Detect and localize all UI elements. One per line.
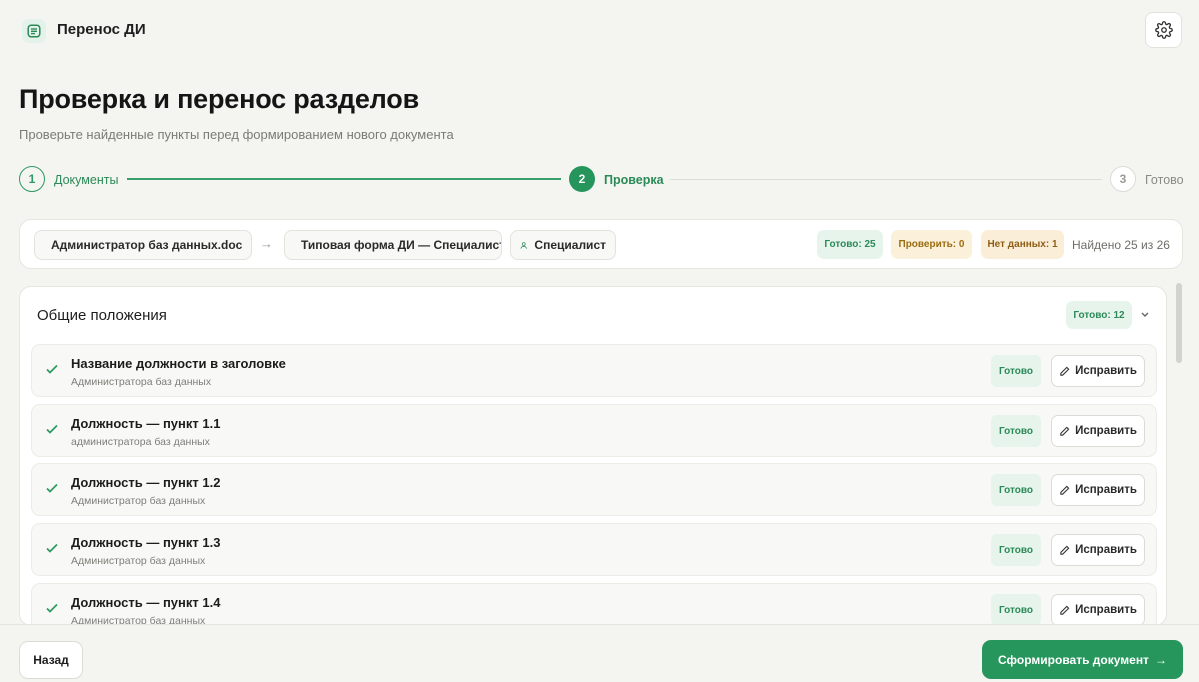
arrow-right-icon: →: [260, 236, 273, 251]
generate-document-button[interactable]: Сформировать документ →: [982, 640, 1183, 679]
role-chip[interactable]: Специалист: [510, 230, 616, 260]
status-badge: Готово: [991, 594, 1041, 625]
status-badge: Готово: [991, 355, 1041, 387]
edit-button[interactable]: Исправить: [1051, 355, 1145, 387]
list-item: Должность — пункт 1.3 Администратор баз …: [31, 523, 1157, 576]
source-document-name: Администратор баз данных.doc: [51, 238, 243, 252]
list-item: Должность — пункт 1.2 Администратор баз …: [31, 463, 1157, 516]
item-title: Должность — пункт 1.3: [71, 535, 221, 550]
no-data-count-badge: Нет данных: 1: [981, 230, 1064, 259]
check-icon: [46, 543, 58, 553]
document-list-icon: [22, 19, 46, 43]
pencil-icon: [1060, 426, 1070, 436]
list-item: Название должности в заголовке Администр…: [31, 344, 1157, 397]
step-2-circle: 2: [569, 166, 595, 192]
edit-button-label: Исправить: [1075, 604, 1137, 616]
settings-button[interactable]: [1145, 12, 1182, 48]
template-document-chip[interactable]: Типовая форма ДИ — Специалист: [284, 230, 502, 260]
role-name: Специалист: [534, 238, 606, 252]
check-icon: [46, 424, 58, 434]
scrollbar-thumb[interactable]: [1176, 283, 1182, 363]
ready-count-badge: Готово: 25: [817, 230, 883, 259]
status-badge: Готово: [991, 474, 1041, 506]
list-item: Должность — пункт 1.1 администратора баз…: [31, 404, 1157, 457]
pencil-icon: [1060, 366, 1070, 376]
app-title: Перенос ДИ: [57, 21, 146, 38]
section-title[interactable]: Общие положения: [37, 307, 167, 324]
step-1-circle[interactable]: 1: [19, 166, 45, 192]
footer-bar: Назад Сформировать документ →: [0, 624, 1199, 682]
pencil-icon: [1060, 545, 1070, 555]
pencil-icon: [1060, 605, 1070, 615]
step-2-label: Проверка: [604, 173, 664, 187]
status-badge: Готово: [991, 415, 1041, 447]
status-badge: Готово: [991, 534, 1041, 566]
summary-bar: Администратор баз данных.doc → Типовая ф…: [19, 219, 1183, 269]
page-title: Проверка и перенос разделов: [19, 84, 419, 114]
section-general-provisions: Общие положения Готово: 12 Название долж…: [19, 286, 1167, 626]
step-3-circle: 3: [1110, 166, 1136, 192]
back-button[interactable]: Назад: [19, 641, 83, 679]
check-icon: [46, 483, 58, 493]
user-icon: [520, 241, 527, 249]
item-title: Должность — пункт 1.1: [71, 416, 221, 431]
edit-button[interactable]: Исправить: [1051, 415, 1145, 447]
item-title: Название должности в заголовке: [71, 356, 286, 371]
edit-button-label: Исправить: [1075, 484, 1137, 496]
section-ready-badge: Готово: 12: [1066, 301, 1132, 329]
template-document-name: Типовая форма ДИ — Специалист: [301, 238, 502, 252]
top-bar: Перенос ДИ: [0, 0, 1199, 62]
found-count: Найдено 25 из 26: [1072, 238, 1170, 252]
edit-button[interactable]: Исправить: [1051, 474, 1145, 506]
check-icon: [46, 364, 58, 374]
edit-button-label: Исправить: [1075, 365, 1137, 377]
item-value: администратора баз данных: [71, 436, 210, 448]
stepper: 1 Документы 2 Проверка 3 Готово: [0, 163, 1199, 195]
pencil-icon: [1060, 485, 1070, 495]
arrow-right-icon: →: [1154, 652, 1167, 667]
step-connector-done: [127, 178, 561, 180]
step-1-label[interactable]: Документы: [54, 173, 118, 187]
step-3-label: Готово: [1145, 173, 1184, 187]
gear-icon: [1154, 21, 1173, 39]
item-value: Администратор баз данных: [71, 495, 206, 507]
page-subtitle: Проверьте найденные пункты перед формиро…: [19, 127, 454, 142]
list-item: Должность — пункт 1.4 Администратор баз …: [31, 583, 1157, 625]
step-connector-todo: [670, 179, 1102, 180]
check-count-badge: Проверить: 0: [891, 230, 972, 259]
item-value: Администратора баз данных: [71, 376, 212, 388]
generate-document-label: Сформировать документ: [998, 652, 1149, 667]
edit-button[interactable]: Исправить: [1051, 594, 1145, 625]
source-document-chip[interactable]: Администратор баз данных.doc: [34, 230, 252, 260]
chevron-down-icon[interactable]: [1139, 307, 1151, 321]
check-icon: [46, 603, 58, 613]
item-title: Должность — пункт 1.2: [71, 475, 221, 490]
edit-button-label: Исправить: [1075, 425, 1137, 437]
edit-button[interactable]: Исправить: [1051, 534, 1145, 566]
item-title: Должность — пункт 1.4: [71, 595, 221, 610]
item-value: Администратор баз данных: [71, 555, 206, 567]
edit-button-label: Исправить: [1075, 544, 1137, 556]
